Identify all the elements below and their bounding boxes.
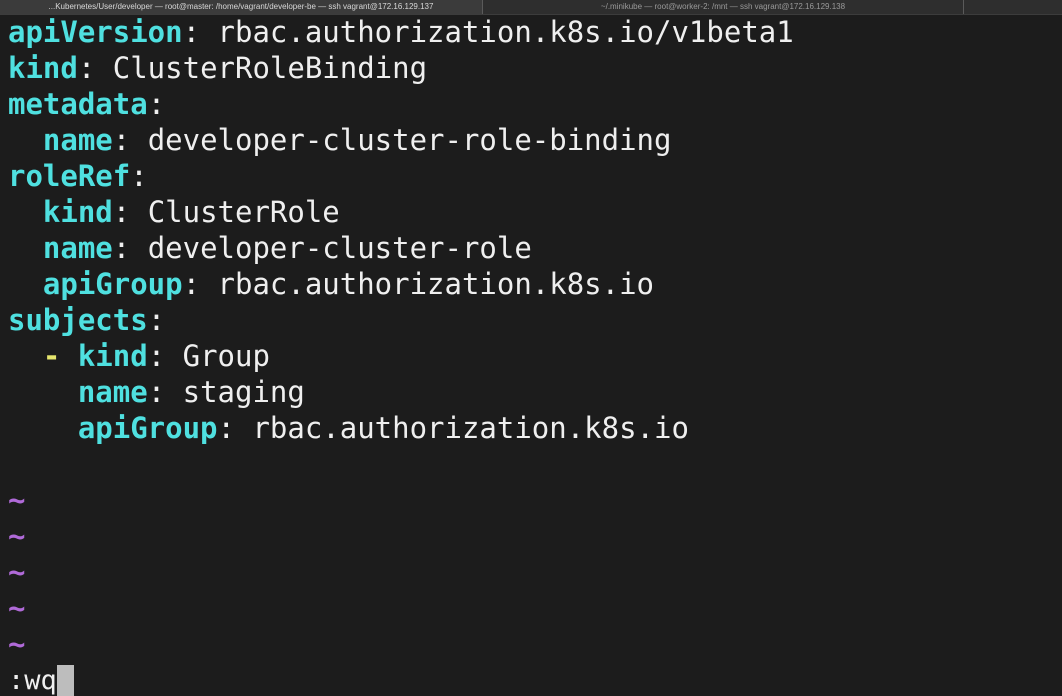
yaml-key: kind [77,339,148,373]
text-cursor [56,665,74,696]
yaml-value: Group [182,339,270,373]
yaml-key: kind [8,51,78,85]
vim-command-line[interactable]: :wq [8,664,74,696]
yaml-separator: : [182,267,218,301]
yaml-separator: : [147,339,183,373]
yaml-value: ClusterRoleBinding [112,51,428,85]
tilde-filler-line: ~ [8,483,26,517]
yaml-value: developer-cluster-role-binding [147,123,672,157]
yaml-separator: : [112,195,148,229]
yaml-value: staging [182,375,305,409]
yaml-separator: : [147,303,166,337]
yaml-key: roleRef [8,159,131,193]
yaml-value: rbac.authorization.k8s.io [252,411,689,445]
yaml-value: ClusterRole [147,195,340,229]
tilde-filler-line: ~ [8,627,26,661]
tab-label: ...Kubernetes/User/developer — root@mast… [48,2,434,11]
yaml-line: kind: ClusterRoleBinding [8,50,794,86]
yaml-line: apiVersion: rbac.authorization.k8s.io/v1… [8,14,794,50]
yaml-line: - kind: Group [8,338,794,374]
yaml-separator: : [217,411,253,445]
yaml-line: metadata: [8,86,794,122]
yaml-key: apiGroup [77,411,218,445]
list-dash: - [42,339,78,373]
yaml-separator: : [147,87,166,121]
yaml-line: apiGroup: rbac.authorization.k8s.io [8,266,794,302]
yaml-line: name: developer-cluster-role [8,230,794,266]
yaml-line: name: developer-cluster-role-binding [8,122,794,158]
tilde-filler-line: ~ [8,519,26,553]
yaml-separator: : [112,231,148,265]
yaml-separator: : [112,123,148,157]
yaml-key: kind [42,195,113,229]
tab-root-master[interactable]: ...Kubernetes/User/developer — root@mast… [0,0,482,14]
yaml-separator: : [182,15,218,49]
yaml-key: metadata [8,87,148,121]
yaml-line: apiGroup: rbac.authorization.k8s.io [8,410,794,446]
yaml-line: name: staging [8,374,794,410]
yaml-key: apiVersion [8,15,183,49]
yaml-key: name [77,375,148,409]
empty-line [8,446,794,482]
yaml-line: subjects: [8,302,794,338]
yaml-key: apiGroup [42,267,183,301]
yaml-separator: : [130,159,148,193]
yaml-key: name [42,123,113,157]
yaml-separator: : [77,51,113,85]
yaml-separator: : [147,375,183,409]
command-text: :wq [8,665,57,696]
vim-editor-buffer[interactable]: apiVersion: rbac.authorization.k8s.io/v1… [8,14,794,662]
yaml-line: roleRef: [8,158,794,194]
tab-label: ~/.minikube — root@worker-2: /mnt — ssh … [600,2,846,11]
tilde-filler-line: ~ [8,591,26,625]
yaml-key: subjects [8,303,148,337]
yaml-value: developer-cluster-role [147,231,532,265]
yaml-value: rbac.authorization.k8s.io [217,267,655,301]
tab-separator [963,0,964,14]
tilde-filler-line: ~ [8,555,26,589]
yaml-key: name [42,231,113,265]
terminal-tab-bar: ...Kubernetes/User/developer — root@mast… [0,0,1062,15]
tab-worker-2[interactable]: ~/.minikube — root@worker-2: /mnt — ssh … [483,0,963,14]
yaml-value: rbac.authorization.k8s.io/v1beta1 [217,15,794,49]
yaml-line: kind: ClusterRole [8,194,794,230]
